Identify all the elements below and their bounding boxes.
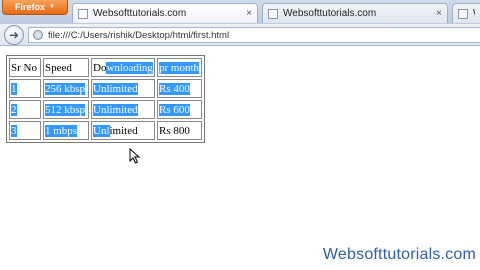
cell-text: Sr No <box>11 61 37 74</box>
firefox-menu-button[interactable]: Firefox ▼ <box>2 0 68 15</box>
page-favicon-icon <box>268 8 278 19</box>
table-row: 3 1 mbps Unlimited Rs 800 <box>9 121 202 140</box>
close-icon[interactable]: × <box>246 8 252 19</box>
close-icon[interactable]: × <box>436 8 442 19</box>
page-favicon-icon <box>458 8 468 19</box>
table-cell: Rs 400 <box>157 79 202 98</box>
table-cell: Speed <box>43 58 89 77</box>
table-cell: Sr No <box>9 58 41 77</box>
selected-text: 1 <box>11 82 17 95</box>
selected-text: 256 kbsp <box>45 82 86 95</box>
selected-text: Unl <box>93 124 110 137</box>
globe-icon <box>33 30 43 40</box>
navigation-bar: ➜ file:///C:/Users/rishik/Desktop/html/f… <box>0 24 480 46</box>
table-row: 2 512 kbsp Unlimited Rs 600 <box>9 100 202 119</box>
tab-3[interactable]: Websofttutorials.com <box>452 3 480 23</box>
plans-table: Sr No Speed Downloading pr month 1 256 kbsp Un… <box>6 55 205 143</box>
table-cell: 256 kbsp <box>43 79 89 98</box>
cell-text: Speed <box>45 61 72 74</box>
chevron-down-icon: ▼ <box>49 4 55 10</box>
selected-text: 3 <box>11 124 17 137</box>
back-arrow-icon: ➜ <box>8 28 20 42</box>
selected-text: Unlimited <box>93 82 138 95</box>
tab-2[interactable]: Websofttutorials.com × <box>262 3 448 23</box>
table-cell: 1 mbps <box>43 121 89 140</box>
cell-text: Rs 800 <box>159 124 190 137</box>
mouse-cursor-icon <box>129 148 141 164</box>
table-cell: Rs 800 <box>157 121 202 140</box>
selected-text: 512 kbsp <box>45 103 86 116</box>
table-row: 1 256 kbsp Unlimited Rs 400 <box>9 79 202 98</box>
back-button[interactable]: ➜ <box>4 25 24 45</box>
tab-1[interactable]: Websofttutorials.com × <box>72 3 258 23</box>
tab-strip: Firefox ▼ Websofttutorials.com × Websoft… <box>0 0 480 24</box>
page-content: Sr No Speed Downloading pr month 1 256 kbsp Un… <box>0 46 480 270</box>
selected-text: 1 mbps <box>45 124 78 137</box>
tab-label: Websofttutorials.com <box>93 8 187 19</box>
table-header-row: Sr No Speed Downloading pr month <box>9 58 202 77</box>
selected-text: Rs 600 <box>159 103 190 116</box>
address-bar[interactable]: file:///C:/Users/rishik/Desktop/html/fir… <box>28 27 480 43</box>
table-cell: Rs 600 <box>157 100 202 119</box>
table-cell: Unlimited <box>91 79 155 98</box>
url-text: file:///C:/Users/rishik/Desktop/html/fir… <box>48 29 230 41</box>
firefox-menu-label: Firefox <box>15 2 46 12</box>
watermark-text: Websofttutorials.com <box>322 246 476 263</box>
table-cell: 1 <box>9 79 41 98</box>
selected-text: Unlimited <box>93 103 138 116</box>
table-cell: 3 <box>9 121 41 140</box>
selected-text: pr month <box>159 61 200 74</box>
table-cell: pr month <box>157 58 202 77</box>
table-cell: Unlimited <box>91 121 155 140</box>
tab-label: Websofttutorials.com <box>473 8 475 19</box>
selected-text: wnloading <box>106 61 153 74</box>
tab-label: Websofttutorials.com <box>283 8 377 19</box>
table-cell: Downloading <box>91 58 155 77</box>
cell-text: imited <box>109 124 138 137</box>
selected-text: 2 <box>11 103 17 116</box>
table-cell: 2 <box>9 100 41 119</box>
cell-text: Do <box>93 61 107 74</box>
table-cell: 512 kbsp <box>43 100 89 119</box>
selected-text: Rs 400 <box>159 82 190 95</box>
page-favicon-icon <box>78 8 88 19</box>
table-cell: Unlimited <box>91 100 155 119</box>
